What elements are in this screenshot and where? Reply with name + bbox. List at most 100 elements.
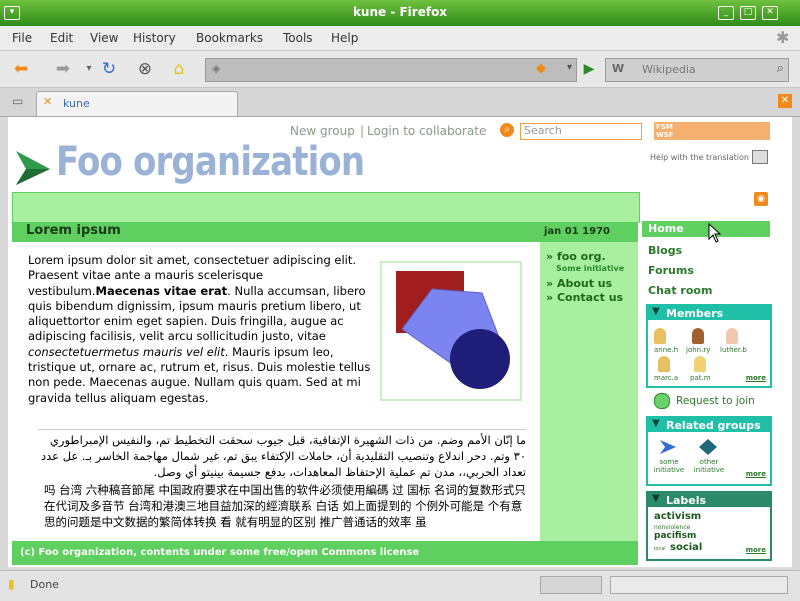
- help-translate-link[interactable]: Help with the translation: [650, 153, 749, 162]
- doc-body: Lorem ipsum dolor sit amet, consectetuer…: [28, 253, 373, 406]
- new-group-link[interactable]: New group: [290, 124, 355, 138]
- member-name[interactable]: john.ry: [686, 346, 710, 354]
- tab-label: kune: [63, 97, 90, 110]
- web-search-box[interactable]: W Wikipedia ⌕: [605, 58, 789, 82]
- members-more-link[interactable]: more: [746, 374, 766, 382]
- window-titlebar: kune - Firefox ▾ _ □ ✕: [0, 0, 800, 26]
- url-dropdown-icon[interactable]: ▾: [567, 62, 572, 73]
- url-bar[interactable]: ◈ ◆ ▾: [205, 58, 577, 82]
- status-info-area: [610, 576, 788, 594]
- close-icon[interactable]: ✕: [762, 6, 778, 20]
- members-box: ▼ Members anne.h john.ry luther.b marc.a…: [646, 304, 772, 388]
- reload-icon[interactable]: ↻: [98, 59, 120, 79]
- history-dropdown-icon[interactable]: ▾: [78, 59, 100, 79]
- related-more-link[interactable]: more: [746, 470, 766, 478]
- header-separator: |: [360, 124, 365, 138]
- stop-icon[interactable]: ⊗: [134, 59, 156, 79]
- fsm-wsf-banner[interactable]: FSM WSF: [654, 122, 770, 140]
- context-item-contact[interactable]: » Contact us: [546, 291, 623, 304]
- menu-edit[interactable]: Edit: [50, 31, 73, 45]
- related-title: Related groups: [666, 419, 761, 432]
- window-menu-icon[interactable]: ▾: [4, 6, 20, 20]
- group-logo-icon[interactable]: [658, 438, 678, 456]
- labels-title: Labels: [666, 494, 707, 507]
- magnifier-icon[interactable]: ⌕: [777, 61, 784, 76]
- member-name[interactable]: pat.m: [690, 374, 711, 382]
- member-avatar[interactable]: [692, 328, 704, 344]
- content-toolbar: [12, 192, 640, 223]
- mouse-cursor-icon: [708, 223, 722, 243]
- request-join-link[interactable]: Request to join: [676, 395, 755, 407]
- nav-item-blogs[interactable]: Blogs: [648, 244, 682, 257]
- page-bottom-edge: [8, 567, 792, 569]
- label-tag[interactable]: pacifism: [654, 531, 696, 541]
- context-menu: » foo org. Some initiative » About us » …: [540, 242, 638, 541]
- kune-favicon-icon: ✕: [43, 95, 53, 108]
- maximize-icon[interactable]: □: [740, 6, 756, 20]
- join-icon[interactable]: [654, 393, 670, 409]
- label-tag[interactable]: activism: [654, 511, 701, 522]
- menu-bookmarks[interactable]: Bookmarks: [196, 31, 263, 45]
- back-icon[interactable]: ⬅: [10, 59, 32, 79]
- forward-icon[interactable]: ➡: [52, 59, 74, 79]
- label-tag[interactable]: local: [654, 546, 666, 552]
- home-icon[interactable]: ⌂: [168, 59, 190, 79]
- doc-title: Lorem ipsum: [26, 223, 121, 238]
- search-icon[interactable]: ⌕: [500, 123, 514, 137]
- member-name[interactable]: marc.a: [654, 374, 678, 382]
- group-logo-icon[interactable]: [698, 438, 718, 456]
- tab-kune[interactable]: ✕ kune: [36, 91, 238, 116]
- close-tab-icon[interactable]: ✕: [778, 94, 792, 108]
- menu-history[interactable]: History: [133, 31, 176, 45]
- rss-icon[interactable]: ◆: [536, 61, 546, 76]
- member-avatar[interactable]: [654, 328, 666, 344]
- site-icon: ◈: [212, 62, 221, 75]
- fsm-wsf-badge: FSM WSF: [656, 123, 674, 139]
- org-logo-icon: [16, 151, 50, 185]
- para-italic: consectetuermetus mauris vel elit: [28, 344, 225, 359]
- rss-feed-icon[interactable]: ◉: [754, 192, 768, 206]
- go-icon[interactable]: ▶: [578, 59, 600, 79]
- translate-icon[interactable]: [752, 150, 768, 164]
- label-tag[interactable]: nonviolence: [654, 524, 690, 531]
- site-search-input[interactable]: Search: [520, 123, 642, 140]
- status-addon-area[interactable]: [540, 576, 602, 594]
- web-search-placeholder: Wikipedia: [642, 63, 696, 76]
- related-header[interactable]: ▼ Related groups: [648, 418, 770, 432]
- nav-item-chat[interactable]: Chat room: [648, 284, 712, 297]
- minimize-icon[interactable]: _: [718, 6, 734, 20]
- context-item-about[interactable]: » About us: [546, 277, 612, 290]
- members-header[interactable]: ▼ Members: [648, 306, 770, 320]
- nav-item-forums[interactable]: Forums: [648, 264, 694, 277]
- members-title: Members: [666, 307, 724, 320]
- member-name[interactable]: luther.b: [720, 346, 747, 354]
- related-group-name[interactable]: other initiative: [692, 458, 726, 474]
- related-groups-box: ▼ Related groups some initiative other i…: [646, 416, 772, 486]
- throbber-icon: ✱: [776, 28, 790, 47]
- context-item-sub[interactable]: Some initiative: [556, 264, 624, 273]
- context-item-foo-org[interactable]: » foo org.: [546, 250, 606, 263]
- related-group-name[interactable]: some initiative: [652, 458, 686, 474]
- labels-header[interactable]: ▼ Labels: [648, 493, 770, 507]
- login-link[interactable]: Login to collaborate: [367, 124, 486, 138]
- member-name[interactable]: anne.h: [654, 346, 678, 354]
- collapse-icon[interactable]: ▼: [652, 306, 660, 317]
- nav-item-home[interactable]: Home: [642, 221, 770, 237]
- collapse-icon[interactable]: ▼: [652, 493, 660, 504]
- member-avatar[interactable]: [658, 356, 670, 372]
- label-tag[interactable]: social: [670, 542, 702, 553]
- context-item-label: Contact us: [556, 291, 624, 304]
- shapes-illustration: [396, 271, 510, 389]
- member-avatar[interactable]: [694, 356, 706, 372]
- context-item-label: foo org.: [556, 250, 606, 263]
- member-avatar[interactable]: [726, 328, 738, 344]
- labels-box: ▼ Labels activism nonviolence pacifism l…: [646, 491, 772, 561]
- menu-file[interactable]: File: [12, 31, 32, 45]
- menu-view[interactable]: View: [90, 31, 118, 45]
- labels-more-link[interactable]: more: [746, 546, 766, 554]
- nav-item-label: Home: [648, 222, 684, 235]
- menu-tools[interactable]: Tools: [283, 31, 313, 45]
- sidebar-toggle-icon[interactable]: ▭: [12, 94, 23, 108]
- menu-help[interactable]: Help: [331, 31, 358, 45]
- collapse-icon[interactable]: ▼: [652, 418, 660, 429]
